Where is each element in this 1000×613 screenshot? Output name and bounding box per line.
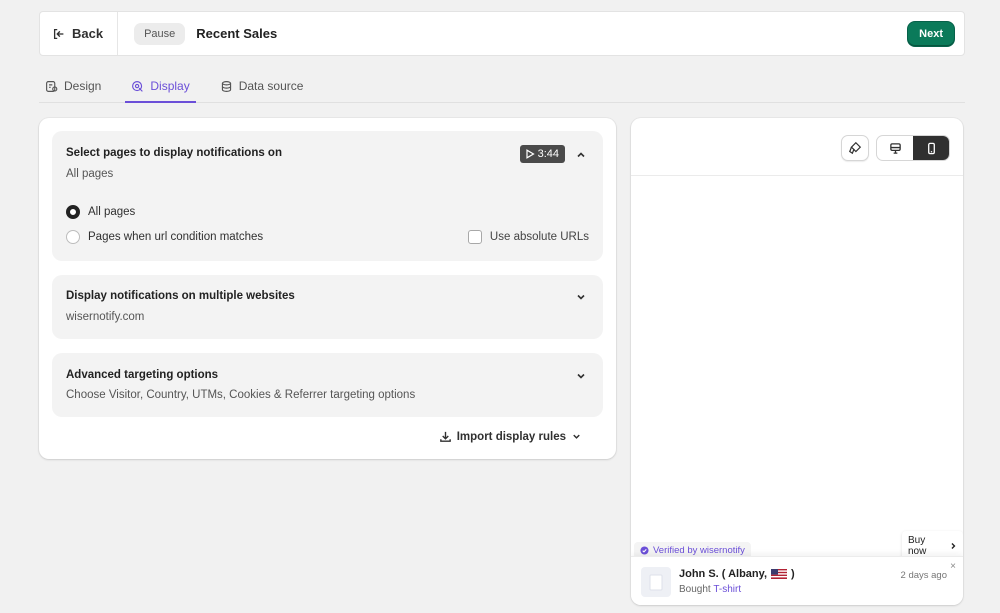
absolute-urls-label: Use absolute URLs — [489, 231, 589, 243]
database-icon — [221, 80, 231, 92]
mobile-icon — [927, 142, 935, 154]
desktop-view-button[interactable] — [877, 136, 913, 160]
buy-now-label: Buy now — [908, 535, 927, 557]
pause-button[interactable]: Pause — [134, 22, 186, 45]
notification-popup[interactable]: John S. ( Albany, ) Bought T-shirt 2 day… — [631, 556, 963, 605]
advanced-targeting-section[interactable]: Advanced targeting options Choose Visito… — [52, 353, 603, 417]
device-toggle — [876, 135, 950, 161]
tab-design-label: Design — [64, 79, 102, 93]
websites-section-subtitle: wisernotify.com — [66, 311, 145, 323]
video-duration: 3:44 — [537, 148, 559, 160]
tab-data-source[interactable]: Data source — [214, 70, 310, 102]
display-settings-panel: Select pages to display notifications on… — [39, 118, 616, 459]
style-button[interactable] — [841, 135, 869, 161]
radio-all-pages[interactable]: All pages — [66, 205, 135, 219]
product-image — [641, 567, 671, 597]
chevron-down-icon[interactable] — [575, 291, 587, 303]
preview-panel: Buy now Verified by wisernotify John S. … — [631, 118, 963, 605]
video-tutorial-button[interactable]: 3:44 — [519, 145, 565, 163]
download-icon — [439, 431, 451, 442]
verified-check-icon — [640, 546, 649, 555]
radio-url-condition-label: Pages when url condition matches — [88, 231, 264, 243]
advanced-section-title: Advanced targeting options — [66, 369, 219, 381]
notification-action: Bought T-shirt — [679, 584, 741, 595]
absolute-urls-checkbox[interactable]: Use absolute URLs — [467, 230, 589, 244]
close-icon[interactable]: × — [950, 561, 956, 572]
radio-url-condition-control[interactable] — [66, 230, 80, 244]
customer-name-text: John S. ( Albany, — [679, 568, 768, 580]
radio-all-pages-control[interactable] — [66, 205, 80, 219]
page-title: Recent Sales — [196, 26, 278, 41]
customer-name: John S. ( Albany, ) — [679, 568, 795, 580]
chevron-right-icon — [951, 543, 956, 549]
tab-bar: Design Display Data source — [39, 70, 965, 103]
radio-all-pages-label: All pages — [88, 206, 136, 218]
mobile-view-button[interactable] — [913, 136, 949, 160]
tab-display[interactable]: Display — [125, 70, 197, 103]
notification-time: 2 days ago — [900, 570, 947, 581]
design-icon — [46, 80, 58, 92]
pages-section-subtitle: All pages — [66, 168, 114, 180]
radio-url-condition[interactable]: Pages when url condition matches — [66, 230, 263, 244]
back-arrow-icon — [53, 28, 64, 39]
websites-section-title: Display notifications on multiple websit… — [66, 290, 295, 302]
product-name: T-shirt — [713, 584, 742, 595]
import-label: Import display rules — [456, 430, 566, 443]
chevron-up-icon[interactable] — [575, 149, 587, 161]
display-icon — [132, 80, 144, 92]
pages-section-title: Select pages to display notifications on — [66, 147, 282, 159]
tab-design[interactable]: Design — [39, 70, 107, 102]
websites-section[interactable]: Display notifications on multiple websit… — [52, 275, 603, 339]
tab-display-label: Display — [150, 79, 190, 93]
action-text: Bought — [679, 584, 711, 595]
customer-name-end: ) — [791, 568, 795, 580]
paint-brush-icon — [848, 141, 862, 155]
top-bar: Back Pause Recent Sales Next — [39, 11, 965, 56]
play-icon — [525, 149, 535, 159]
tab-data-source-label: Data source — [238, 79, 304, 93]
desktop-icon — [889, 142, 901, 154]
absolute-urls-checkbox-control[interactable] — [467, 230, 482, 244]
next-button[interactable]: Next — [908, 21, 954, 46]
chevron-down-icon[interactable] — [575, 370, 587, 382]
import-display-rules-button[interactable]: Import display rules — [439, 430, 582, 443]
verified-label: Verified by wisernotify — [653, 545, 745, 556]
chevron-down-icon — [573, 434, 580, 439]
product-placeholder-icon — [649, 574, 663, 591]
back-button[interactable]: Back — [40, 12, 119, 55]
us-flag-icon — [771, 569, 788, 579]
advanced-section-subtitle: Choose Visitor, Country, UTMs, Cookies &… — [66, 389, 416, 401]
back-label: Back — [72, 26, 104, 41]
preview-toolbar — [631, 118, 963, 176]
pages-section: Select pages to display notifications on… — [52, 131, 603, 261]
